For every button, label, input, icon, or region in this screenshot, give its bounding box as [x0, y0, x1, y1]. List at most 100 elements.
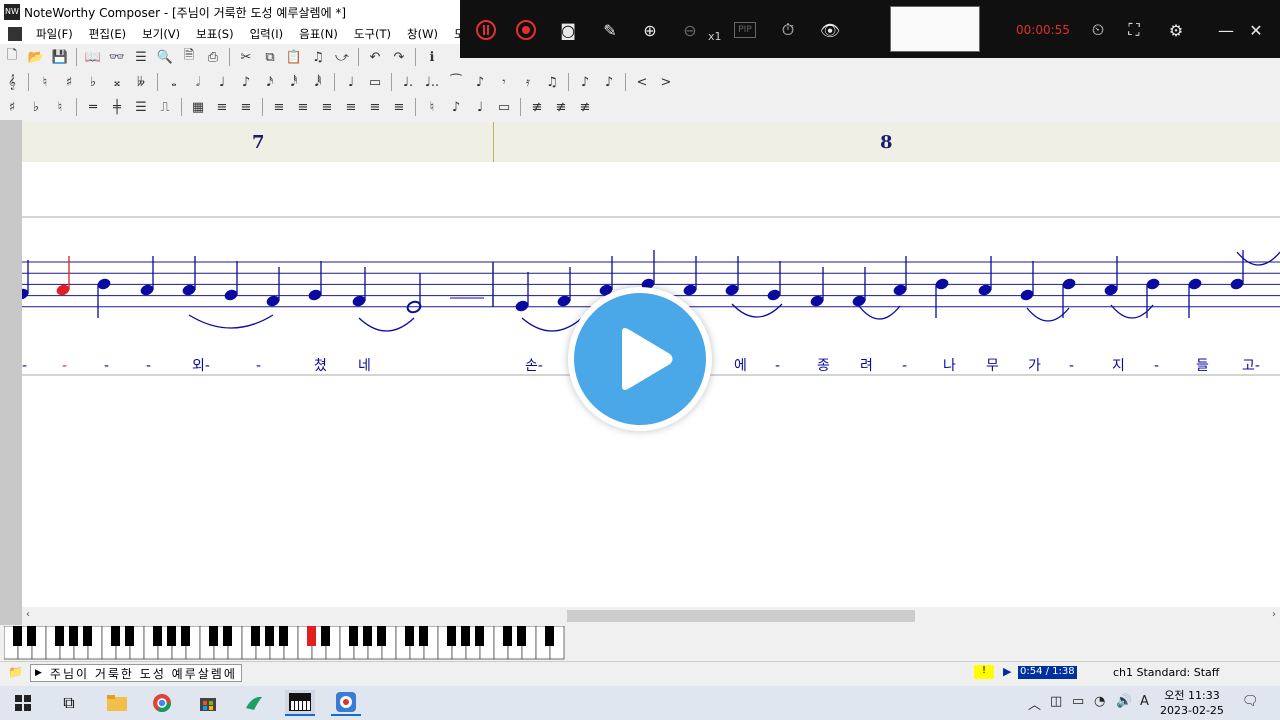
beam-icon[interactable]: ═ [83, 97, 103, 117]
lines-6-icon[interactable]: ≡ [389, 97, 409, 117]
video-play-button[interactable] [568, 287, 712, 431]
rest-box-icon[interactable]: ▭ [365, 72, 385, 92]
notification-icon[interactable]: 🗨 [1242, 694, 1259, 709]
slur-icon[interactable]: ♫ [542, 72, 562, 92]
piano-black-key[interactable] [125, 626, 134, 646]
cut-icon[interactable]: ✂ [236, 47, 256, 67]
piano-black-key[interactable] [517, 626, 526, 646]
piano-black-key[interactable] [223, 626, 232, 646]
piano-black-key[interactable] [503, 626, 512, 646]
minimize-icon[interactable]: — [1214, 18, 1238, 42]
hide-eye-icon[interactable]: 👁 [818, 18, 842, 42]
piano-black-key[interactable] [153, 626, 162, 646]
double-sharp-icon[interactable]: 𝄪 [107, 72, 127, 92]
document-tab[interactable]: ▶ 주님이 거룩한 도성 예루살렘에 [30, 664, 242, 682]
taskbar-clock[interactable]: 오전 11:33 2023-02-25 [1160, 688, 1224, 718]
menu-staff[interactable]: 보표(S) [188, 26, 241, 42]
menu-window[interactable]: 창(W) [399, 26, 446, 42]
print-preview-icon[interactable]: 🗎 [179, 47, 199, 67]
task-view-icon[interactable]: ⧉ [54, 690, 84, 716]
chrome-icon[interactable] [147, 690, 177, 716]
piano-black-key[interactable] [363, 626, 372, 646]
natural-small-icon[interactable]: ♮ [422, 97, 442, 117]
half-note-icon[interactable]: 𝅗𝅥 [188, 72, 208, 92]
quarter-note-icon[interactable]: ♩ [212, 72, 232, 92]
menu-view[interactable]: 보기(V) [134, 26, 188, 42]
piano-black-key[interactable] [321, 626, 330, 646]
piano-black-key[interactable] [405, 626, 414, 646]
piano-black-key[interactable] [265, 626, 274, 646]
time-signature-icon[interactable]: ♭ [26, 97, 46, 117]
paste-icon[interactable]: 📋 [284, 47, 304, 67]
staff-add-icon[interactable]: ≢ [551, 97, 571, 117]
sharp-icon[interactable]: ♯ [59, 72, 79, 92]
chord-icon[interactable]: ☰ [131, 97, 151, 117]
store-icon[interactable] [193, 690, 223, 716]
tie-icon[interactable]: ⁀ [446, 72, 466, 92]
grid-icon[interactable]: ▦ [188, 97, 208, 117]
piano-black-key[interactable] [545, 626, 554, 646]
windows-start-icon[interactable] [8, 690, 38, 716]
volume-icon[interactable]: 🔊 [1116, 694, 1132, 709]
timer-icon[interactable]: ⏱ [776, 18, 800, 42]
crescendo-icon[interactable]: < [632, 72, 652, 92]
piano-black-key[interactable] [181, 626, 190, 646]
staff-props-icon[interactable]: ≢ [527, 97, 547, 117]
copy-icon[interactable]: ⧉ [260, 47, 280, 67]
file-explorer-icon[interactable] [102, 690, 132, 716]
document-icon[interactable] [8, 27, 22, 41]
new-file-icon[interactable]: 🗋 [2, 47, 22, 67]
box-icon[interactable]: ▭ [494, 97, 514, 117]
glasses-icon[interactable]: 👓 [107, 47, 127, 67]
piano-black-key[interactable] [349, 626, 358, 646]
grace-note-icon[interactable]: ♩ [341, 72, 361, 92]
quarter-small-icon[interactable]: ♩ [470, 97, 490, 117]
piano-black-key[interactable] [447, 626, 456, 646]
piano-black-key[interactable] [461, 626, 470, 646]
staff-remove-icon[interactable]: ≢ [575, 97, 595, 117]
staff-tool-icon[interactable]: ☰ [131, 47, 151, 67]
crop-icon[interactable]: ⛶ [1122, 18, 1146, 42]
eighth-small-icon[interactable]: ♪ [446, 97, 466, 117]
pause-record-icon[interactable] [474, 18, 498, 42]
menu-file[interactable]: 파일(F) [28, 26, 81, 42]
bird-app-icon[interactable] [239, 690, 269, 716]
thirty-second-note-icon[interactable]: 𝅘𝅥𝅰 [284, 72, 304, 92]
piano-black-key[interactable] [111, 626, 120, 646]
battery-icon[interactable]: ▭ [1072, 694, 1084, 709]
clef-tool-icon[interactable]: 𝄞 [2, 72, 22, 92]
book-icon[interactable]: 📖 [83, 47, 103, 67]
eighth-note-icon[interactable]: ♪ [236, 72, 256, 92]
sixteenth-note-icon[interactable]: 𝅘𝅥𝅯 [260, 72, 280, 92]
show-hidden-icons-icon[interactable]: ︿ [1028, 694, 1041, 713]
piano-black-key[interactable] [251, 626, 260, 646]
info-icon[interactable]: ℹ [422, 47, 442, 67]
lines-4-icon[interactable]: ≡ [341, 97, 361, 117]
scroll-left-icon[interactable]: ‹ [26, 609, 30, 620]
piano-black-key[interactable] [69, 626, 78, 646]
rest-eighth-icon[interactable]: 𝄾 [494, 72, 514, 92]
piano-black-key[interactable] [55, 626, 64, 646]
recorder-taskbar-icon[interactable] [331, 690, 361, 716]
screenshot-icon[interactable]: ◙ [556, 18, 580, 42]
folder-icon[interactable]: 📁 [8, 665, 23, 679]
noteworthy-taskbar-icon[interactable] [285, 690, 315, 716]
lines-1-icon[interactable]: ≡ [269, 97, 289, 117]
menu-insert[interactable]: 입력(I) [242, 26, 292, 42]
undo-icon[interactable]: ↶ [365, 47, 385, 67]
double-flat-icon[interactable]: 𝄫 [131, 72, 151, 92]
piano-black-key[interactable] [209, 626, 218, 646]
settings-icon[interactable]: ⚙ [1164, 18, 1188, 42]
zoom-out-icon[interactable]: ⊖ [678, 18, 702, 42]
bar-icon[interactable]: ╪ [107, 97, 127, 117]
piano-keyboard[interactable] [4, 626, 570, 660]
scrollbar-thumb[interactable] [567, 610, 915, 622]
piano-black-key[interactable] [83, 626, 92, 646]
camera-tray-icon[interactable]: ◫ [1050, 694, 1062, 709]
pip-button[interactable]: PIP [734, 22, 756, 38]
ending-icon[interactable]: ⎍ [155, 97, 175, 117]
menu-edit[interactable]: 편집(E) [81, 26, 134, 42]
lines-2-icon[interactable]: ≡ [293, 97, 313, 117]
piano-black-key[interactable] [13, 626, 22, 646]
double-dotted-note-icon[interactable]: ♩.. [422, 72, 442, 92]
